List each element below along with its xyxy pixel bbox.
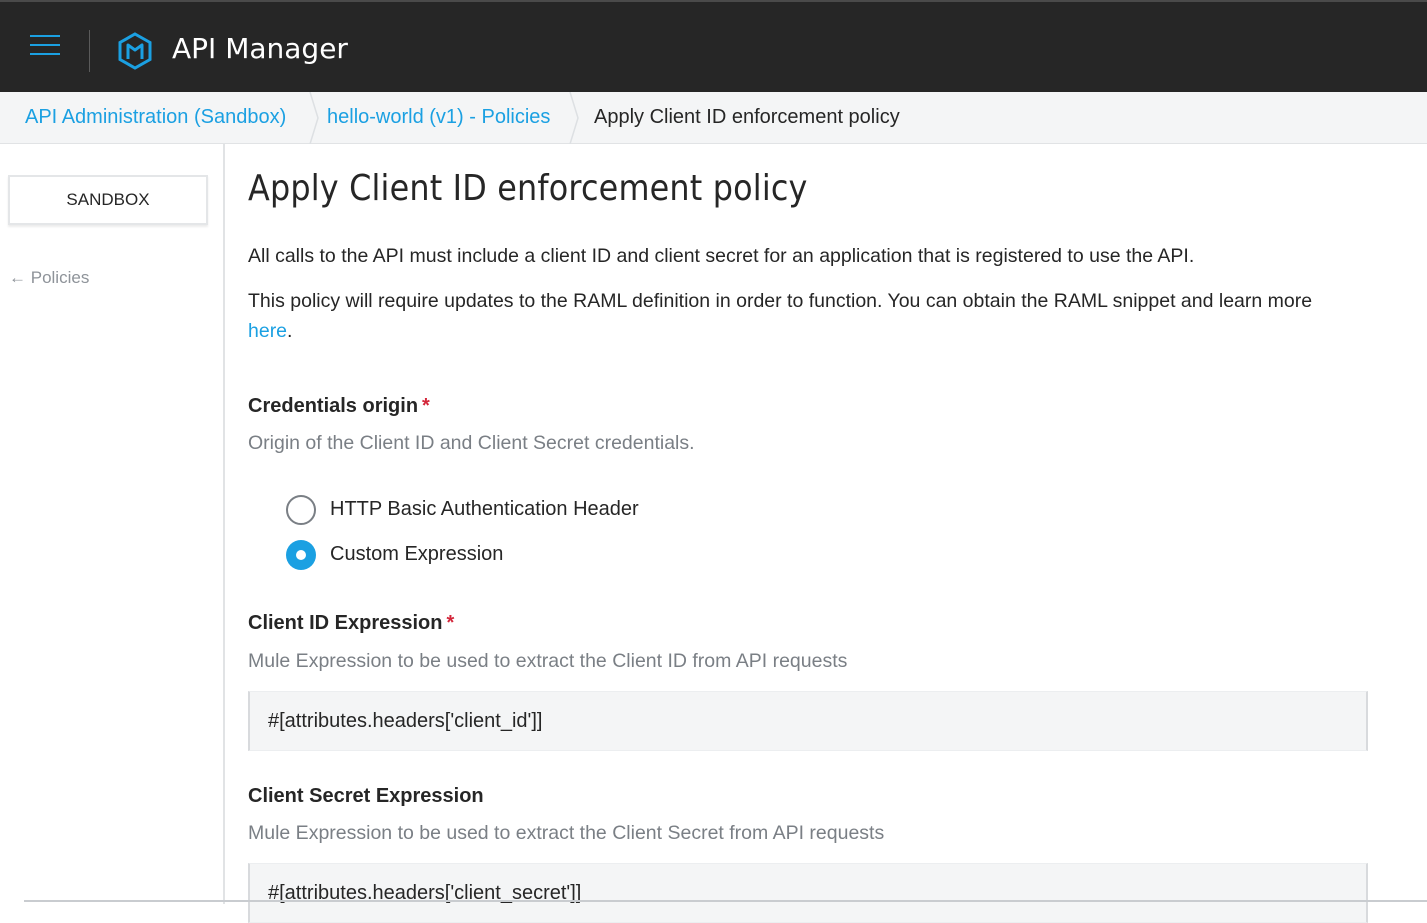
radio-label: HTTP Basic Authentication Header — [330, 498, 639, 520]
page-title: Apply Client ID enforcement policy — [248, 168, 808, 209]
raml-note-suffix: . — [287, 320, 293, 342]
breadcrumb-separator-icon — [309, 92, 319, 144]
top-navigation-bar: API Manager — [0, 0, 1427, 92]
client-id-expression-help: Mule Expression to be used to extract th… — [248, 650, 848, 672]
client-secret-expression-help: Mule Expression to be used to extract th… — [248, 822, 885, 844]
raml-here-link[interactable]: here — [248, 320, 287, 342]
back-to-policies-link[interactable]: ← Policies — [9, 268, 89, 288]
app-title: API Manager — [172, 32, 348, 65]
client-id-expression-label-text: Client ID Expression — [248, 612, 443, 634]
credentials-origin-help: Origin of the Client ID and Client Secre… — [248, 432, 695, 454]
policy-description: All calls to the API must include a clie… — [248, 245, 1195, 267]
breadcrumb-policies[interactable]: hello-world (v1) - Policies — [327, 106, 550, 129]
radio-label: Custom Expression — [330, 543, 504, 565]
environment-button[interactable]: SANDBOX — [8, 175, 208, 225]
client-id-expression-label: Client ID Expression * — [248, 612, 454, 635]
sidebar: SANDBOX ← Policies — [0, 144, 225, 904]
client-id-expression-input[interactable] — [248, 691, 1368, 751]
bottom-scroll-edge — [24, 900, 1427, 902]
breadcrumb-api-administration[interactable]: API Administration (Sandbox) — [25, 106, 286, 129]
raml-note: This policy will require updates to the … — [248, 286, 1358, 346]
radio-button-unchecked[interactable] — [286, 495, 316, 525]
hamburger-menu-icon[interactable] — [30, 32, 60, 58]
credentials-origin-label: Credentials origin * — [248, 395, 430, 418]
required-mark: * — [422, 395, 430, 417]
arrow-left-icon: ← — [9, 268, 26, 287]
raml-note-text: This policy will require updates to the … — [248, 290, 1313, 312]
required-mark: * — [446, 612, 455, 634]
radio-button-checked[interactable] — [286, 540, 316, 570]
credentials-origin-label-text: Credentials origin — [248, 395, 419, 417]
breadcrumb: API Administration (Sandbox) hello-world… — [0, 92, 1427, 144]
topbar-divider — [89, 30, 90, 72]
breadcrumb-current-page: Apply Client ID enforcement policy — [594, 106, 900, 128]
back-link-label: Policies — [30, 268, 90, 287]
client-secret-expression-input[interactable] — [248, 863, 1368, 923]
client-secret-expression-label: Client Secret Expression — [248, 785, 484, 807]
breadcrumb-separator-icon — [569, 92, 579, 144]
mulesoft-logo-icon[interactable] — [117, 32, 153, 70]
